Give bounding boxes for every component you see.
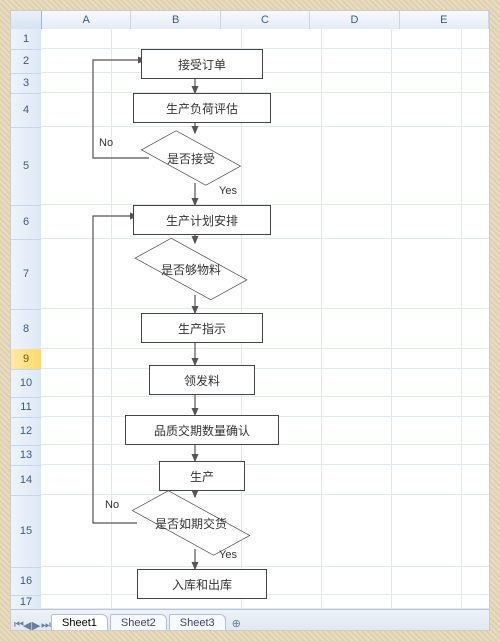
cells-body[interactable]: [41, 29, 489, 609]
new-sheet-icon[interactable]: ⊕: [232, 617, 241, 630]
row-header-6[interactable]: 6: [11, 205, 41, 240]
row-header-17[interactable]: 17: [11, 595, 41, 609]
nav-next-icon[interactable]: ▶: [32, 619, 40, 628]
select-all-corner[interactable]: [11, 11, 42, 29]
row-header-16[interactable]: 16: [11, 567, 41, 596]
column-header-row: A B C D E: [11, 11, 489, 30]
row-header-11[interactable]: 11: [11, 397, 41, 418]
row-header-8[interactable]: 8: [11, 309, 41, 350]
row-header-15[interactable]: 15: [11, 495, 41, 568]
row-header-9[interactable]: 9: [11, 349, 41, 370]
col-header-C[interactable]: C: [221, 11, 310, 29]
picture-frame: A B C D E 1234567891011121314151617 接受订单…: [0, 0, 500, 641]
col-header-A[interactable]: A: [42, 11, 131, 29]
row-header-4[interactable]: 4: [11, 93, 41, 128]
row-header-13[interactable]: 13: [11, 445, 41, 466]
row-header-2[interactable]: 2: [11, 49, 41, 74]
nav-last-icon[interactable]: ⏭: [41, 619, 49, 628]
col-header-D[interactable]: D: [310, 11, 399, 29]
col-header-B[interactable]: B: [131, 11, 220, 29]
row-header-1[interactable]: 1: [11, 29, 41, 50]
sheet-tab-3[interactable]: Sheet3: [169, 614, 226, 631]
row-header-col: 1234567891011121314151617: [11, 29, 42, 609]
row-header-3[interactable]: 3: [11, 73, 41, 94]
sheet-tab-1[interactable]: Sheet1: [51, 614, 108, 631]
nav-first-icon[interactable]: ⏮: [14, 619, 22, 628]
sheet-tab-2[interactable]: Sheet2: [110, 614, 167, 631]
sheet-nav-buttons[interactable]: ⏮ ◀ ▶ ⏭: [14, 619, 49, 628]
nav-prev-icon[interactable]: ◀: [23, 619, 31, 628]
spreadsheet-window: A B C D E 1234567891011121314151617 接受订单…: [10, 10, 490, 631]
grid-area: A B C D E 1234567891011121314151617 接受订单…: [11, 11, 489, 609]
sheet-tab-bar: ⏮ ◀ ▶ ⏭ Sheet1 Sheet2 Sheet3 ⊕: [11, 609, 489, 630]
row-header-12[interactable]: 12: [11, 417, 41, 446]
row-header-10[interactable]: 10: [11, 369, 41, 398]
col-header-E[interactable]: E: [400, 11, 489, 29]
row-header-7[interactable]: 7: [11, 239, 41, 310]
row-header-5[interactable]: 5: [11, 127, 41, 206]
row-header-14[interactable]: 14: [11, 465, 41, 496]
